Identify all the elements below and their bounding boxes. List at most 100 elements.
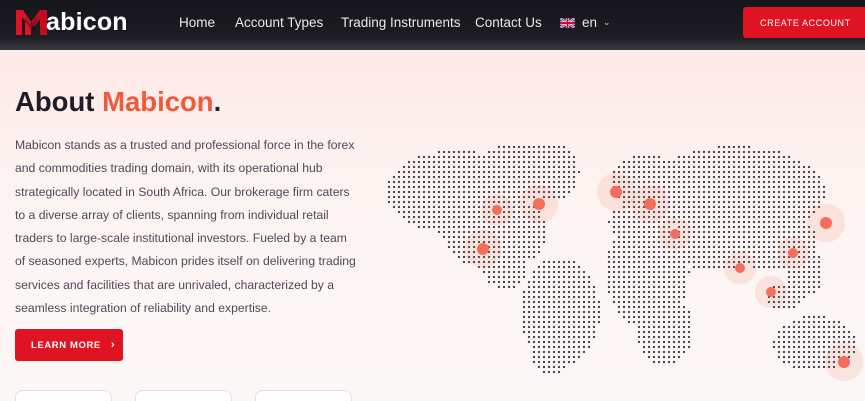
map-dot — [812, 280, 816, 284]
map-dot — [747, 155, 751, 159]
nav-trading-instruments[interactable]: Trading Instruments — [341, 15, 461, 30]
map-dot — [707, 225, 711, 229]
map-dot — [642, 235, 646, 239]
logo[interactable]: abicon — [14, 7, 128, 37]
map-dot — [492, 180, 496, 184]
map-dot — [487, 270, 491, 274]
map-dot — [797, 335, 801, 339]
map-dot — [497, 275, 501, 279]
map-dot — [812, 340, 816, 344]
map-dot — [787, 325, 791, 329]
map-dot — [502, 180, 506, 184]
map-dot — [517, 275, 521, 279]
map-dot — [532, 150, 536, 154]
map-dot — [617, 255, 621, 259]
map-dot — [802, 350, 806, 354]
map-dot — [742, 175, 746, 179]
map-dot — [437, 165, 441, 169]
map-dot — [547, 150, 551, 154]
map-dot — [667, 350, 671, 354]
map-dot — [707, 210, 711, 214]
map-dot — [477, 170, 481, 174]
map-dot — [512, 285, 516, 289]
map-dot — [612, 295, 616, 299]
map-dot — [532, 350, 536, 354]
map-dot — [817, 350, 821, 354]
nav-account-types[interactable]: Account Types — [235, 15, 323, 30]
map-dot — [517, 235, 521, 239]
map-dot — [402, 190, 406, 194]
map-dot — [677, 190, 681, 194]
map-dot — [517, 210, 521, 214]
map-dot — [512, 250, 516, 254]
map-dot — [667, 335, 671, 339]
map-dot — [697, 205, 701, 209]
map-dot — [632, 275, 636, 279]
map-dot — [567, 335, 571, 339]
logo-text: abicon — [46, 7, 128, 36]
map-dot — [692, 255, 696, 259]
map-dot — [637, 325, 641, 329]
map-dot — [677, 305, 681, 309]
map-dot — [632, 245, 636, 249]
map-dot — [677, 300, 681, 304]
map-dot — [702, 155, 706, 159]
map-dot — [767, 210, 771, 214]
map-dot — [807, 325, 811, 329]
map-dot — [622, 315, 626, 319]
map-dot — [457, 205, 461, 209]
map-dot — [632, 220, 636, 224]
map-dot — [572, 340, 576, 344]
map-dot — [797, 290, 801, 294]
map-dot — [682, 190, 686, 194]
map-marker — [735, 263, 745, 273]
map-dot — [502, 260, 506, 264]
map-dot — [652, 165, 656, 169]
map-dot — [577, 285, 581, 289]
map-dot — [417, 225, 421, 229]
map-dot — [507, 155, 511, 159]
create-account-button[interactable]: CREATE ACCOUNT — [743, 7, 865, 38]
map-dot — [532, 270, 536, 274]
map-dot — [577, 320, 581, 324]
nav-home[interactable]: Home — [179, 15, 215, 30]
map-dot — [457, 185, 461, 189]
map-dot — [692, 265, 696, 269]
learn-more-label: LEARN MORE — [31, 339, 101, 351]
map-dot — [547, 325, 551, 329]
map-dot — [627, 240, 631, 244]
map-dot — [787, 210, 791, 214]
map-dot — [702, 225, 706, 229]
map-dot — [732, 230, 736, 234]
map-dot — [767, 255, 771, 259]
map-dot — [612, 250, 616, 254]
nav-contact-us[interactable]: Contact Us — [475, 15, 542, 30]
map-dot — [467, 155, 471, 159]
learn-more-button[interactable]: LEARN MORE › — [15, 329, 123, 361]
map-dot — [462, 220, 466, 224]
map-dot — [637, 260, 641, 264]
map-dot — [632, 265, 636, 269]
map-dot — [627, 165, 631, 169]
map-dot — [792, 350, 796, 354]
map-dot — [647, 350, 651, 354]
map-dot — [672, 165, 676, 169]
map-dot — [567, 175, 571, 179]
map-dot — [452, 185, 456, 189]
map-dot — [537, 310, 541, 314]
map-dot — [747, 230, 751, 234]
map-dot — [542, 365, 546, 369]
map-dot — [432, 180, 436, 184]
map-dot — [542, 280, 546, 284]
map-dot — [522, 325, 526, 329]
map-dot — [422, 220, 426, 224]
map-dot — [402, 165, 406, 169]
map-dot — [702, 220, 706, 224]
map-dot — [392, 180, 396, 184]
map-dot — [567, 170, 571, 174]
map-dot — [537, 365, 541, 369]
map-dot — [417, 160, 421, 164]
map-dot — [652, 360, 656, 364]
language-selector[interactable]: en ⌄ — [560, 15, 611, 30]
map-dot — [802, 270, 806, 274]
